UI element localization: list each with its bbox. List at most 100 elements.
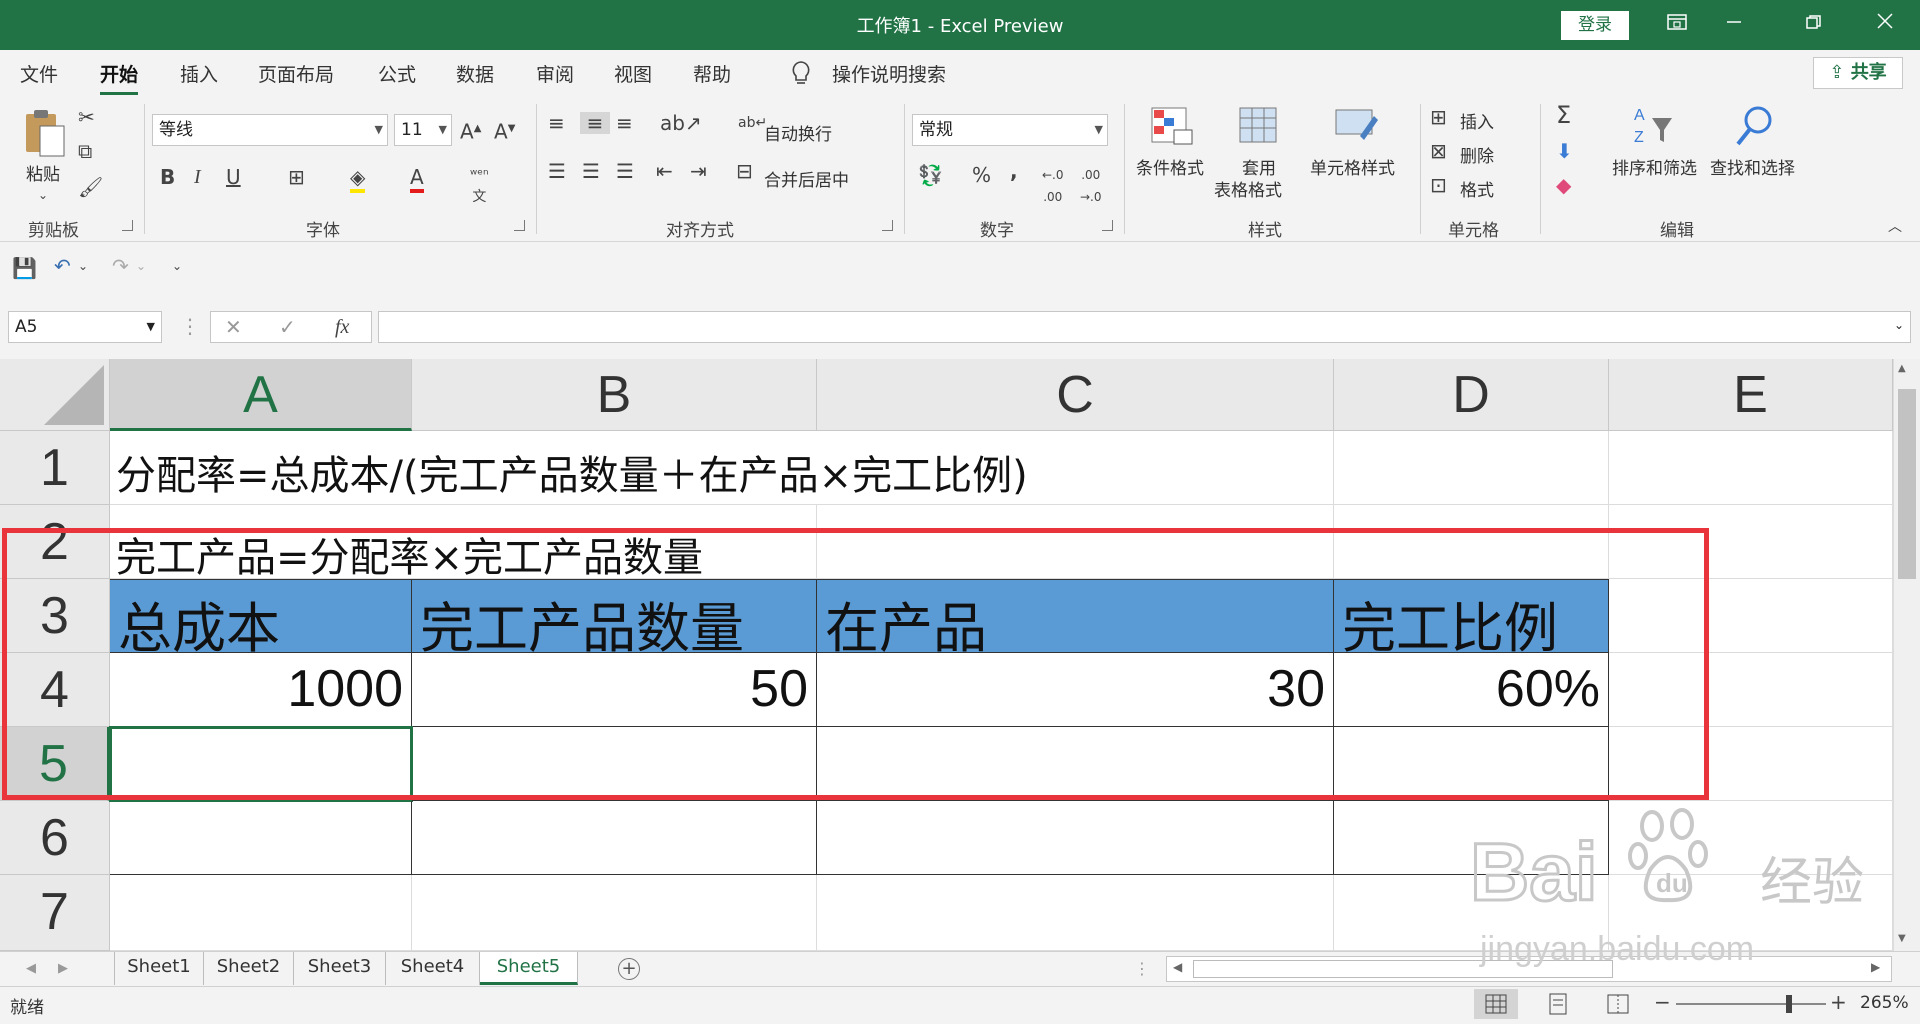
format-cells-button[interactable]: 格式: [1460, 176, 1494, 201]
cell-a6[interactable]: [110, 801, 412, 875]
cell-a1[interactable]: 分配率=总成本/(完工产品数量＋在产品×完工比例): [110, 431, 1028, 505]
format-cells-icon[interactable]: ⊡: [1430, 174, 1447, 196]
zoom-slider[interactable]: [1676, 995, 1826, 1013]
column-header-c[interactable]: C: [817, 359, 1334, 431]
column-header-e[interactable]: E: [1609, 359, 1893, 431]
paste-dropdown-icon[interactable]: ⌄: [38, 184, 48, 206]
insert-cells-icon[interactable]: ⊞: [1430, 106, 1447, 128]
page-layout-view-icon[interactable]: [1536, 989, 1580, 1019]
wrap-text-icon[interactable]: ab↵: [738, 112, 767, 134]
name-box-dropdown-icon[interactable]: ▼: [147, 312, 155, 342]
vertical-scroll-thumb[interactable]: [1898, 389, 1916, 579]
font-launcher-icon[interactable]: [514, 220, 525, 231]
percent-button[interactable]: %: [972, 164, 991, 186]
select-all-corner[interactable]: [0, 359, 110, 431]
copy-icon[interactable]: ⧉: [78, 140, 92, 162]
lightbulb-icon[interactable]: [790, 60, 812, 91]
number-format-select[interactable]: 常规 ▼: [912, 114, 1108, 146]
find-select-icon[interactable]: [1732, 104, 1776, 153]
merge-center-icon[interactable]: ⊟: [736, 160, 753, 182]
page-break-view-icon[interactable]: [1596, 989, 1640, 1019]
format-painter-icon[interactable]: 🖌: [78, 176, 103, 198]
tab-view[interactable]: 视图: [614, 60, 652, 87]
column-header-b[interactable]: B: [412, 359, 817, 431]
font-name-select[interactable]: 等线 ▼: [152, 114, 388, 146]
decrease-font-icon[interactable]: A▼: [494, 118, 515, 143]
format-as-table-icon[interactable]: [1238, 106, 1282, 151]
fill-icon[interactable]: ⬇: [1556, 140, 1573, 162]
cell-b6[interactable]: [412, 801, 817, 875]
conditional-format-icon[interactable]: [1150, 106, 1194, 151]
underline-button[interactable]: U: [226, 166, 241, 188]
fill-color-icon[interactable]: ◈: [350, 165, 366, 193]
increase-decimal-icon[interactable]: ←.0.00: [1042, 164, 1064, 208]
sheet-tab-3[interactable]: Sheet3: [294, 952, 386, 985]
cell-a7[interactable]: [110, 875, 412, 951]
insert-function-button[interactable]: fx: [335, 316, 349, 338]
comma-button[interactable]: ,: [1010, 160, 1018, 182]
conditional-format-button[interactable]: 条件格式: [1136, 154, 1204, 179]
zoom-slider-handle[interactable]: [1786, 995, 1792, 1013]
sheet-tab-1[interactable]: Sheet1: [114, 952, 204, 985]
undo-icon[interactable]: ↶: [54, 255, 71, 277]
share-button[interactable]: ⇪ 共享: [1813, 57, 1903, 89]
italic-button[interactable]: I: [194, 166, 201, 188]
close-icon[interactable]: [1868, 10, 1902, 40]
increase-indent-icon[interactable]: ⇥: [690, 160, 707, 182]
number-launcher-icon[interactable]: [1102, 220, 1113, 231]
sort-filter-icon[interactable]: AZ: [1632, 104, 1676, 153]
redo-icon[interactable]: ↷: [112, 255, 129, 277]
paste-icon[interactable]: [22, 108, 66, 163]
prev-sheet-icon[interactable]: ◀: [26, 958, 36, 980]
decrease-decimal-icon[interactable]: .00 →.0: [1080, 164, 1102, 208]
insert-cells-button[interactable]: 插入: [1460, 108, 1494, 133]
normal-view-icon[interactable]: [1474, 989, 1518, 1019]
row-header-7[interactable]: 7: [0, 875, 110, 951]
orientation-icon[interactable]: ab↗: [660, 112, 702, 134]
save-icon[interactable]: 💾: [12, 257, 37, 279]
increase-font-icon[interactable]: A▲: [460, 118, 481, 143]
scroll-left-icon[interactable]: ◀: [1173, 960, 1182, 974]
tell-me-search[interactable]: 操作说明搜索: [832, 60, 946, 87]
formula-input[interactable]: ⌄: [378, 311, 1911, 343]
format-as-table-line2[interactable]: 表格格式: [1214, 176, 1282, 201]
cell-c7[interactable]: [817, 875, 1334, 951]
align-top-icon[interactable]: ≡: [548, 112, 565, 134]
next-sheet-icon[interactable]: ▶: [58, 958, 68, 980]
clipboard-launcher-icon[interactable]: [122, 220, 133, 231]
tab-file[interactable]: 文件: [20, 60, 58, 87]
align-left-icon[interactable]: ☰: [548, 160, 566, 182]
ribbon-display-icon[interactable]: [1660, 10, 1694, 40]
sheet-tab-5[interactable]: Sheet5: [480, 952, 578, 985]
tab-help[interactable]: 帮助: [693, 60, 731, 87]
align-center-icon[interactable]: ☰: [582, 160, 600, 182]
column-header-d[interactable]: D: [1334, 359, 1609, 431]
sheet-tab-2[interactable]: Sheet2: [204, 952, 294, 985]
cell-b1[interactable]: [412, 431, 817, 505]
cell-e1[interactable]: [1609, 431, 1893, 505]
decrease-indent-icon[interactable]: ⇤: [656, 160, 673, 182]
undo-dropdown-icon[interactable]: ⌄: [78, 255, 88, 277]
redo-dropdown-icon[interactable]: ⌄: [136, 255, 146, 277]
scroll-up-icon[interactable]: ▲: [1898, 363, 1906, 374]
font-size-select[interactable]: 11 ▼: [394, 114, 452, 146]
cell-b7[interactable]: [412, 875, 817, 951]
align-middle-icon[interactable]: ≡: [580, 112, 610, 134]
cell-c1[interactable]: [817, 431, 1334, 505]
tab-split-icon[interactable]: ⋮: [1134, 958, 1150, 980]
add-sheet-icon[interactable]: +: [618, 958, 640, 980]
wrap-text-button[interactable]: 自动换行: [764, 120, 832, 145]
cell-styles-icon[interactable]: [1334, 106, 1380, 151]
tab-review[interactable]: 审阅: [536, 60, 574, 87]
login-button[interactable]: 登录: [1561, 11, 1629, 40]
sheet-tab-4[interactable]: Sheet4: [386, 952, 480, 985]
tab-formulas[interactable]: 公式: [378, 60, 416, 87]
cell-d1[interactable]: [1334, 431, 1609, 505]
delete-cells-icon[interactable]: ⊠: [1430, 140, 1447, 162]
autosum-icon[interactable]: Σ: [1556, 103, 1571, 127]
tab-page-layout[interactable]: 页面布局: [258, 60, 334, 87]
borders-icon[interactable]: ⊞: [288, 166, 305, 188]
find-select-button[interactable]: 查找和选择: [1710, 154, 1795, 179]
align-bottom-icon[interactable]: ≡: [616, 112, 633, 134]
sort-filter-button[interactable]: 排序和筛选: [1612, 154, 1697, 179]
